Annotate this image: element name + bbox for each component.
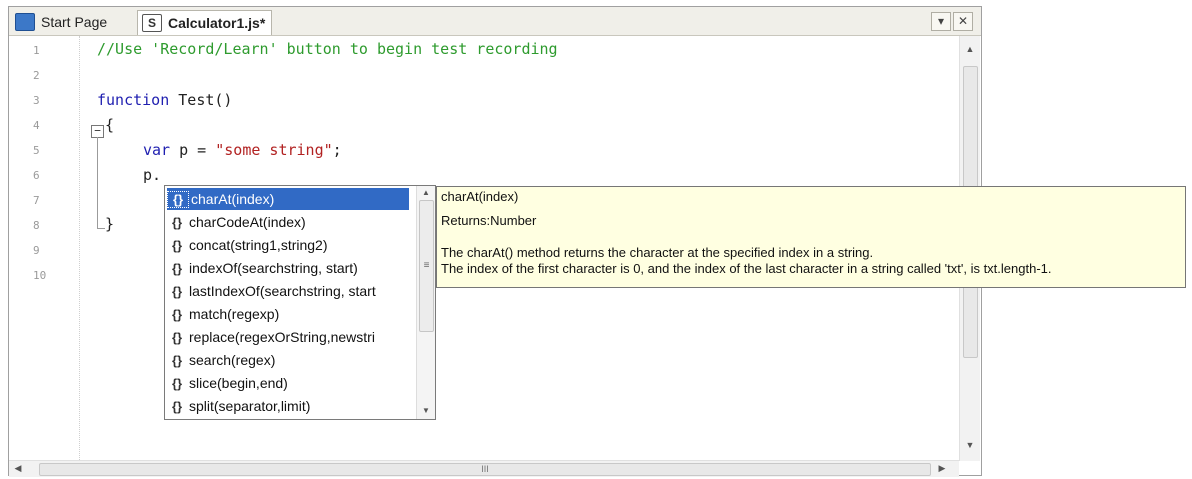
line-number: 7	[33, 194, 40, 207]
completion-item-label: charCodeAt(index)	[189, 214, 306, 230]
code-text: Test()	[169, 91, 233, 109]
method-icon: {}	[171, 237, 183, 253]
start-page-icon	[15, 13, 35, 31]
code-line-1[interactable]: //Use 'Record/Learn' button to begin tes…	[97, 40, 558, 58]
completion-item-label: indexOf(searchstring, start)	[189, 260, 358, 276]
window-buttons: ▾ ✕	[931, 12, 973, 31]
list-scroll-down-icon[interactable]: ▼	[417, 406, 435, 415]
completion-item[interactable]: {} slice(begin,end)	[167, 372, 409, 394]
tooltip-description: The index of the first character is 0, a…	[441, 261, 1052, 276]
line-number: 9	[33, 244, 40, 257]
code-line-3[interactable]: function Test()	[97, 91, 232, 109]
list-scroll-up-icon[interactable]: ▲	[417, 188, 435, 197]
method-icon: {}	[171, 375, 183, 391]
completion-scrollbar[interactable]: ▲ ≡ ▼	[416, 186, 435, 419]
tab-list-button[interactable]: ▾	[931, 12, 951, 31]
line-number: 4	[33, 119, 40, 132]
method-icon: {}	[171, 306, 183, 322]
line-number: 8	[33, 219, 40, 232]
tab-bar: Start Page S Calculator1.js* ▾ ✕	[9, 7, 981, 36]
completion-item[interactable]: {} concat(string1,string2)	[167, 234, 409, 256]
method-icon: {}	[171, 214, 183, 230]
code-text: ;	[332, 141, 342, 159]
tab-calculator-js-label: Calculator1.js*	[168, 15, 266, 31]
line-number: 1	[33, 44, 40, 57]
completion-item-label: replace(regexOrString,newstri	[189, 329, 375, 345]
line-number: 2	[33, 69, 40, 82]
tab-start-page-label: Start Page	[41, 14, 108, 30]
tooltip-returns: Returns:Number	[441, 213, 537, 228]
scroll-right-icon[interactable]: ▶	[935, 463, 949, 474]
completion-item-label: lastIndexOf(searchstring, start	[189, 283, 376, 299]
string-literal: "some string"	[215, 141, 333, 159]
line-number-gutter: 1 2 3 4 5 6 7 8 9 10	[9, 36, 49, 462]
method-icon: {}	[171, 352, 183, 368]
method-icon: {}	[171, 283, 183, 299]
tab-calculator-js[interactable]: S Calculator1.js*	[137, 10, 273, 35]
code-line-6[interactable]: p.	[143, 166, 161, 184]
method-icon: {}	[171, 260, 183, 276]
line-number: 5	[33, 144, 40, 157]
line-number: 10	[33, 269, 47, 282]
method-icon: {}	[167, 190, 189, 208]
tooltip-description: The charAt() method returns the characte…	[441, 245, 874, 260]
scroll-left-icon[interactable]: ◀	[11, 463, 25, 474]
completion-item[interactable]: {} indexOf(searchstring, start)	[167, 257, 409, 279]
completion-item[interactable]: {} split(separator,limit)	[167, 395, 409, 417]
completion-item[interactable]: {} charCodeAt(index)	[167, 211, 409, 233]
gutter-separator	[79, 36, 80, 462]
scroll-up-icon[interactable]: ▲	[960, 44, 980, 54]
completion-item[interactable]: {} match(regexp)	[167, 303, 409, 325]
line-number: 3	[33, 94, 40, 107]
completion-item-label: match(regexp)	[189, 306, 280, 322]
completion-item-label: charAt(index)	[191, 191, 275, 207]
method-icon: {}	[171, 329, 183, 345]
code-text: p =	[170, 141, 216, 159]
completion-scroll-thumb[interactable]: ≡	[419, 200, 434, 332]
completion-item-label: split(separator,limit)	[189, 398, 311, 414]
member-info-tooltip: charAt(index) Returns:Number The charAt(…	[436, 186, 1186, 288]
completion-item[interactable]: {} replace(regexOrString,newstri	[167, 326, 409, 348]
code-line-4[interactable]: {	[105, 116, 114, 134]
horizontal-scroll-thumb[interactable]: III	[39, 463, 931, 476]
completion-item[interactable]: {} charAt(index)	[167, 188, 409, 210]
tab-start-page[interactable]: Start Page	[15, 11, 107, 33]
tooltip-signature: charAt(index)	[441, 189, 519, 204]
fold-range-line	[97, 137, 98, 229]
script-file-icon: S	[142, 14, 162, 32]
line-number: 6	[33, 169, 40, 182]
scroll-down-icon[interactable]: ▼	[960, 440, 980, 450]
fold-end-marker	[97, 228, 105, 229]
keyword: var	[143, 141, 171, 159]
completion-item[interactable]: {} search(regex)	[167, 349, 409, 371]
close-tab-button[interactable]: ✕	[953, 12, 973, 31]
horizontal-scrollbar[interactable]: ◀ III ▶	[9, 460, 959, 477]
code-line-8[interactable]: }	[105, 215, 114, 233]
method-icon: {}	[171, 398, 183, 414]
completion-item-label: slice(begin,end)	[189, 375, 288, 391]
completion-item-label: concat(string1,string2)	[189, 237, 328, 253]
completion-item-label: search(regex)	[189, 352, 276, 368]
keyword: function	[97, 91, 170, 109]
code-line-5[interactable]: var p = "some string";	[143, 141, 342, 159]
autocomplete-list[interactable]: {} charAt(index) {} charCodeAt(index) {} co…	[164, 185, 436, 420]
completion-item[interactable]: {} lastIndexOf(searchstring, start	[167, 280, 409, 302]
